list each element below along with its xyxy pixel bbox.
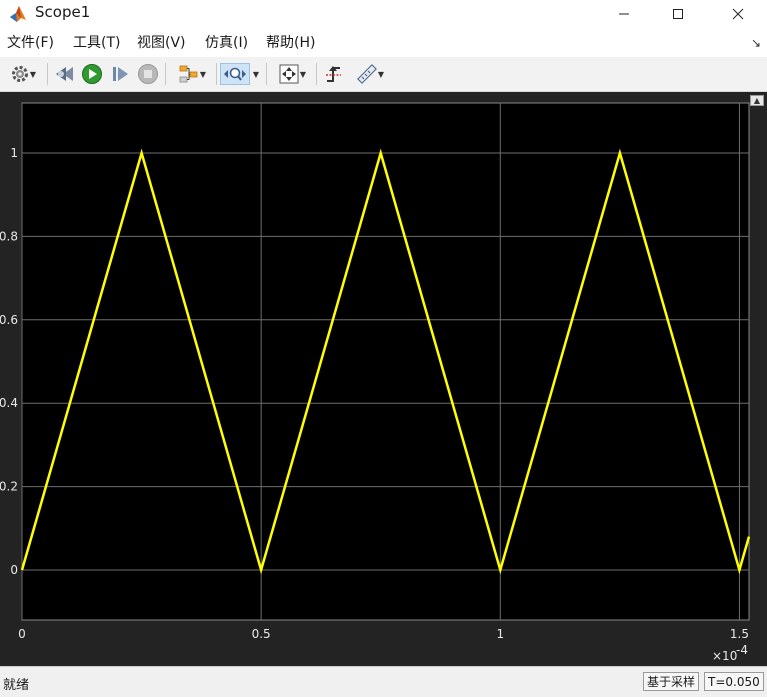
dock-arrow-icon[interactable]: ↘: [751, 36, 761, 50]
close-button[interactable]: [715, 0, 761, 28]
measure-icon: [357, 64, 377, 84]
signal-highlight-button[interactable]: ▼: [172, 63, 212, 85]
toolbar-separator: [47, 63, 48, 85]
close-icon: [732, 8, 744, 20]
menu-tools[interactable]: 工具(T): [73, 34, 120, 52]
chevron-down-icon: ▼: [29, 69, 37, 79]
triggers-icon: [326, 66, 341, 82]
y-tick-label: 0.8: [0, 229, 18, 243]
toolbar-separator: [165, 63, 166, 85]
y-tick-label: 0.4: [0, 396, 18, 410]
minimize-button[interactable]: [601, 0, 647, 28]
fit-to-view-button[interactable]: ▼: [272, 63, 312, 85]
run-icon: [82, 64, 102, 84]
chevron-down-icon: ▼: [377, 69, 385, 79]
signal-highlight-icon: [179, 65, 198, 83]
y-tick-label: 0.6: [0, 313, 18, 327]
y-tick-label: 1: [10, 146, 18, 160]
menu-file[interactable]: 文件(F): [7, 34, 54, 52]
menu-bar: 文件(F) 工具(T) 视图(V) 仿真(I) 帮助(H) ↘: [0, 28, 767, 57]
sim-time-indicator: T=0.050: [704, 672, 764, 691]
toolbar-separator: [266, 63, 267, 85]
x-exponent-label: ×10: [712, 649, 737, 663]
toolbar-separator: [216, 63, 217, 85]
step-forward-button[interactable]: [108, 63, 132, 85]
matlab-logo-icon: [8, 4, 28, 24]
window-title: Scope1: [35, 3, 91, 21]
chevron-down-icon: ▼: [252, 69, 260, 79]
status-bar: 就绪 基于采样 T=0.050: [0, 666, 767, 697]
sample-mode-indicator: 基于采样: [643, 672, 700, 691]
status-text: 就绪: [3, 678, 30, 693]
menu-help[interactable]: 帮助(H): [266, 34, 315, 52]
chevron-down-icon: ▼: [299, 69, 307, 79]
x-tick-label: 0: [18, 627, 26, 641]
plot-background: [21, 102, 750, 621]
fit-to-view-icon: [279, 64, 299, 84]
x-tick-label: 0.5: [252, 627, 271, 641]
menu-simulation[interactable]: 仿真(I): [205, 34, 248, 52]
minimize-icon: [619, 13, 629, 15]
run-button[interactable]: [80, 63, 104, 85]
gear-icon: [11, 66, 28, 82]
chevron-down-icon: ▼: [199, 69, 207, 79]
zoom-button[interactable]: [220, 63, 250, 85]
toolbar: ▼ ▼ ▼ ▼ ▼: [0, 57, 767, 92]
x-tick-label: 1: [496, 627, 504, 641]
y-tick-label: 0: [10, 563, 18, 577]
y-tick-label: 0.2: [0, 480, 18, 494]
stop-button[interactable]: [136, 63, 160, 85]
toolbar-separator: [316, 63, 317, 85]
zoom-dropdown[interactable]: ▼: [250, 63, 262, 85]
menu-view[interactable]: 视图(V): [137, 34, 186, 52]
scope-plot[interactable]: 0 0.5 1 1.5 0 0.2 0.4 0.6 0.8 1 ×10-4: [0, 92, 767, 666]
triggers-button[interactable]: [322, 63, 346, 85]
stop-icon: [138, 64, 158, 84]
step-back-button[interactable]: [53, 63, 77, 85]
maximize-button[interactable]: [655, 0, 701, 28]
maximize-icon: [673, 9, 683, 19]
title-bar: Scope1: [0, 0, 767, 28]
measure-button[interactable]: ▼: [350, 63, 390, 85]
scope-figure: ▲ 0 0.5 1 1.5 0 0.2 0.4 0.6 0.8 1 ×10 -4: [0, 92, 767, 666]
step-forward-icon: [113, 67, 128, 81]
settings-button[interactable]: ▼: [4, 63, 42, 85]
step-back-icon: [56, 67, 73, 81]
x-tick-label: 1.5: [730, 627, 749, 641]
zoom-icon: [224, 67, 246, 81]
x-exponent-value: -4: [736, 643, 748, 657]
